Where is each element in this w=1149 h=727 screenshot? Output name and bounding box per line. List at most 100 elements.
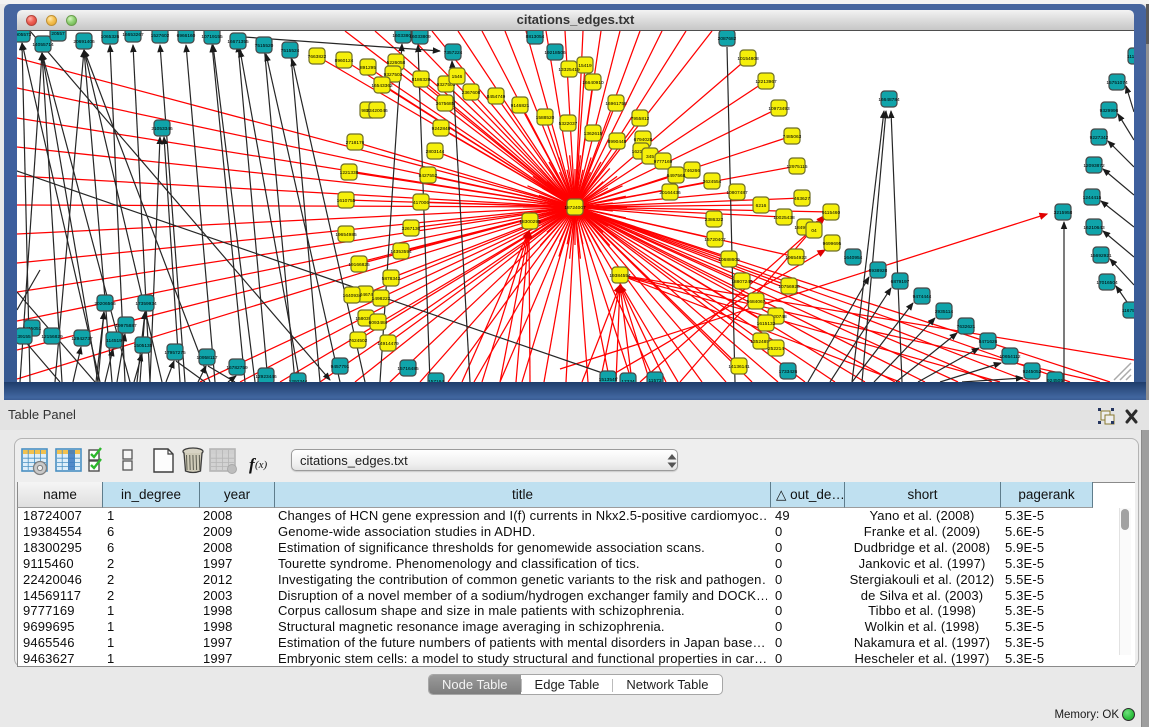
svg-text:10807487: 10807487: [726, 190, 748, 196]
svg-text:1362615: 1362615: [584, 131, 603, 137]
svg-text:16653267: 16653267: [122, 32, 144, 38]
svg-text:16782759: 16782759: [226, 365, 248, 371]
svg-text:9329996: 9329996: [1100, 108, 1119, 114]
svg-text:19218506: 19218506: [544, 50, 566, 56]
svg-text:1498222: 1498222: [372, 296, 391, 302]
svg-text:7357224: 7357224: [444, 50, 463, 56]
svg-text:252214: 252214: [768, 346, 784, 352]
svg-text:15716485: 15716485: [397, 366, 419, 372]
svg-text:3675685: 3675685: [436, 101, 455, 107]
svg-text:1505135: 1505135: [134, 343, 153, 349]
svg-text:9146821: 9146821: [511, 103, 530, 109]
svg-text:9227342: 9227342: [1090, 135, 1109, 141]
svg-text:9245052: 9245052: [1023, 369, 1042, 375]
svg-text:16671355: 16671355: [227, 39, 249, 45]
svg-text:1615132: 1615132: [757, 321, 776, 327]
svg-text:23420046: 23420046: [366, 108, 388, 114]
svg-text:(x): (x): [255, 459, 268, 471]
svg-text:12923446: 12923446: [255, 374, 277, 380]
svg-text:19166825: 19166825: [348, 262, 370, 268]
svg-text:8186328: 8186328: [412, 77, 431, 83]
svg-text:9457791: 9457791: [331, 364, 350, 370]
svg-text:1065326: 1065326: [101, 34, 120, 40]
svg-text:13325419: 13325419: [558, 67, 580, 73]
svg-text:12942737: 12942737: [71, 336, 93, 342]
svg-text:20557: 20557: [51, 31, 65, 37]
svg-text:2087682: 2087682: [718, 36, 737, 42]
svg-text:1905573: 1905573: [17, 32, 32, 38]
svg-text:1588520: 1588520: [536, 115, 555, 121]
svg-text:2935114: 2935114: [935, 309, 954, 315]
svg-text:17957275: 17957275: [164, 350, 186, 356]
svg-text:1292344: 1292344: [289, 379, 308, 382]
svg-text:417006: 417006: [413, 200, 429, 206]
svg-text:7632621: 7632621: [957, 324, 976, 330]
svg-text:9777169: 9777169: [654, 159, 673, 165]
svg-text:16648784: 16648784: [878, 97, 900, 103]
svg-text:16543362: 16543362: [371, 83, 393, 89]
svg-text:17334: 17334: [621, 379, 635, 382]
svg-text:8813054: 8813054: [526, 34, 545, 40]
svg-text:8990448: 8990448: [608, 139, 627, 145]
svg-text:11573: 11573: [649, 378, 662, 382]
svg-text:12975115: 12975115: [787, 164, 808, 170]
svg-text:746266: 746266: [684, 168, 700, 174]
svg-text:3624554: 3624554: [703, 179, 722, 185]
svg-text:6216: 6216: [756, 203, 767, 209]
svg-text:15720407: 15720407: [704, 237, 726, 243]
svg-text:7955812: 7955812: [631, 116, 650, 122]
svg-text:18300295: 18300295: [519, 219, 541, 225]
svg-text:15419: 15419: [578, 63, 592, 69]
svg-text:9699695: 9699695: [823, 241, 842, 247]
svg-text:10688609: 10688609: [718, 257, 740, 263]
svg-text:19975887: 19975887: [115, 323, 137, 329]
svg-text:16210643: 16210643: [1083, 225, 1105, 231]
svg-text:7624502: 7624502: [349, 338, 368, 344]
svg-text:20691406: 20691406: [73, 39, 95, 45]
svg-text:6794028: 6794028: [634, 137, 653, 143]
svg-text:2386322: 2386322: [705, 217, 724, 223]
svg-text:7485063: 7485063: [783, 134, 802, 140]
svg-text:6966160: 6966160: [177, 33, 196, 39]
svg-text:6497568: 6497568: [667, 173, 686, 179]
svg-text:04: 04: [811, 228, 817, 234]
svg-text:17359934: 17359934: [135, 301, 157, 307]
svg-text:10756928: 10756928: [778, 284, 800, 290]
svg-text:21053346: 21053346: [151, 126, 173, 132]
svg-text:8471626: 8471626: [979, 339, 998, 345]
svg-text:10973493: 10973493: [768, 106, 790, 112]
svg-text:1513545: 1513545: [599, 377, 618, 382]
svg-text:6879197: 6879197: [891, 279, 910, 285]
svg-text:12213967: 12213967: [755, 79, 777, 85]
svg-text:8938928: 8938928: [869, 268, 888, 274]
svg-text:1546: 1546: [452, 74, 463, 80]
svg-text:19654985: 19654985: [335, 232, 357, 238]
svg-text:14055714: 14055714: [32, 42, 54, 48]
svg-text:2803144: 2803144: [426, 149, 445, 155]
svg-text:5322037: 5322037: [559, 121, 578, 127]
svg-text:18807249: 18807249: [731, 279, 753, 285]
svg-text:9115460: 9115460: [822, 210, 841, 216]
svg-text:9474444: 9474444: [913, 294, 932, 300]
svg-text:10958117: 10958117: [197, 355, 218, 361]
svg-text:14914479: 14914479: [377, 341, 399, 347]
svg-text:6093484: 6093484: [369, 320, 388, 326]
svg-text:16961758: 16961758: [605, 101, 627, 107]
svg-text:16033809: 16033809: [409, 34, 431, 40]
svg-text:8960124: 8960124: [335, 58, 354, 64]
svg-text:7515520: 7515520: [255, 43, 274, 49]
svg-text:10654112: 10654112: [1000, 354, 1021, 360]
svg-text:10025438: 10025438: [773, 215, 795, 221]
svg-text:14353594: 14353594: [390, 249, 412, 255]
svg-text:19654923: 19654923: [785, 255, 807, 261]
svg-text:1733426: 1733426: [779, 369, 798, 375]
svg-text:15692921: 15692921: [1090, 253, 1112, 259]
svg-text:8427552: 8427552: [419, 173, 438, 179]
svg-text:17016504: 17016504: [1096, 280, 1118, 286]
svg-text:12093872: 12093872: [1083, 163, 1105, 169]
svg-text:8454749: 8454749: [487, 94, 506, 100]
svg-text:5684067: 5684067: [747, 299, 766, 305]
svg-text:1640934: 1640934: [343, 293, 362, 299]
svg-text:7515524: 7515524: [281, 48, 300, 54]
svg-text:463627: 463627: [794, 196, 810, 202]
